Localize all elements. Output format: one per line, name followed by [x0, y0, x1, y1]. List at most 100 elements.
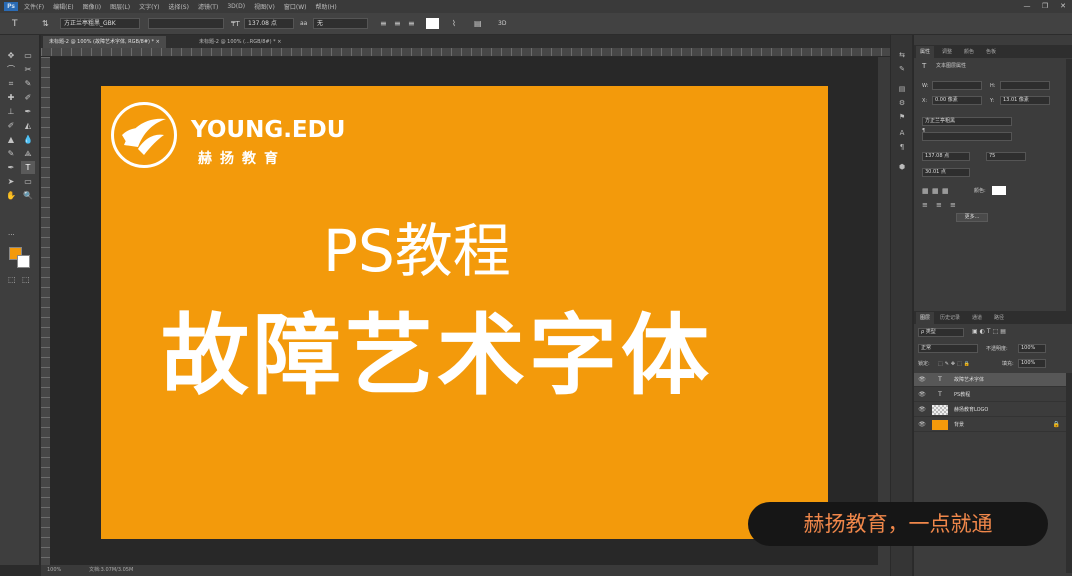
layer-row[interactable]: 👁 T 故障艺术字体 — [914, 373, 1066, 387]
anti-alias-select[interactable]: 无 — [313, 18, 368, 29]
tab-paths[interactable]: 路径 — [990, 312, 1008, 324]
paragraph-icon[interactable]: ¶ — [895, 141, 909, 153]
magic-wand-tool-icon[interactable]: ✂ — [21, 63, 35, 76]
font-size-select[interactable]: 137.08 点 — [244, 18, 294, 29]
font-size-field[interactable]: 137.08 点 — [922, 152, 970, 161]
tab-adjustments[interactable]: 调整 — [938, 46, 956, 58]
photoshop-logo-icon[interactable]: Ps — [4, 2, 18, 11]
align-center-icon[interactable]: ≡ — [394, 18, 401, 30]
tab-channels[interactable]: 通道 — [968, 312, 986, 324]
minimize-icon[interactable]: — — [1018, 0, 1036, 13]
layer-row[interactable]: 👁 T PS教程 — [914, 388, 1066, 402]
eraser-tool-icon[interactable]: ✐ — [4, 119, 18, 132]
clone-stamp-tool-icon[interactable]: ⊥ — [4, 105, 18, 118]
layer-name[interactable]: PS教程 — [954, 390, 970, 400]
align-right-icon[interactable]: ≡ — [950, 201, 956, 209]
opacity-field[interactable]: 100% — [1018, 344, 1046, 353]
blur-tool-icon[interactable]: ▲ — [4, 133, 18, 146]
zoom-tool-icon[interactable]: 🔍 — [21, 189, 35, 202]
screen-mode-icon[interactable]: ⬚ — [22, 275, 30, 284]
layer-filter-icons[interactable]: ▣◐T⬚▤ — [972, 328, 1008, 336]
tab-document-1[interactable]: 未标题-2 @ 100% (故障艺术字体, RGB/8#) * × — [43, 36, 166, 48]
marquee-tool-icon[interactable]: ▭ — [21, 49, 35, 62]
layer-row[interactable]: 👁 赫扬教育LOGO — [914, 403, 1066, 417]
history-icon[interactable]: ⇆ — [895, 49, 909, 61]
layer-name[interactable]: 故障艺术字体 — [954, 375, 984, 385]
more-options-button[interactable]: 更多... — [956, 213, 988, 222]
layers-comp-icon[interactable]: ▤ — [895, 83, 909, 95]
menu-item-2[interactable]: 图像(I) — [83, 2, 101, 11]
visibility-eye-icon[interactable]: 👁 — [918, 390, 926, 400]
eyedropper-tool-icon[interactable]: ✎ — [21, 77, 35, 90]
brush-tool-icon[interactable]: ✐ — [21, 91, 35, 104]
gradient-tool-icon[interactable]: ◭ — [21, 119, 35, 132]
layers-scrollbar[interactable] — [1066, 373, 1072, 573]
close-icon[interactable]: ✕ — [1054, 0, 1072, 13]
path-tool-icon[interactable]: ⟁ — [21, 147, 35, 160]
underline-icon[interactable]: ▦ — [942, 187, 949, 195]
history-brush-tool-icon[interactable]: ✒ — [21, 105, 35, 118]
menu-item-6[interactable]: 滤镜(T) — [198, 2, 218, 11]
character-icon[interactable]: A — [895, 127, 909, 139]
3d-object-icon[interactable]: ⬢ — [895, 161, 909, 173]
layer-name[interactable]: 赫扬教育LOGO — [954, 405, 988, 415]
text-layer-ps-tutorial[interactable]: PS教程 — [323, 214, 511, 288]
text-color-swatch[interactable] — [426, 18, 439, 29]
brush-icon[interactable]: ✎ — [895, 63, 909, 75]
dodge-tool-icon[interactable]: 💧 — [21, 133, 35, 146]
text-layer-glitch-art-font[interactable]: 故障艺术字体 — [161, 304, 713, 408]
flag-icon[interactable]: ⚑ — [895, 111, 909, 123]
character-panel-icon[interactable]: ▤ — [474, 18, 482, 30]
leading-field[interactable]: 75 — [986, 152, 1026, 161]
menu-item-0[interactable]: 文件(F) — [24, 2, 44, 11]
restore-icon[interactable]: ❐ — [1036, 0, 1054, 13]
menu-item-1[interactable]: 编辑(E) — [53, 2, 73, 11]
layer-name[interactable]: 背景 — [954, 420, 964, 430]
menu-item-8[interactable]: 视图(V) — [254, 2, 275, 11]
tab-color[interactable]: 颜色 — [960, 46, 978, 58]
text-color-swatch[interactable] — [992, 186, 1006, 195]
document-canvas[interactable]: YOUNG.EDU 赫扬教育 PS教程 故障艺术字体 — [101, 86, 828, 539]
hand-tool-icon[interactable]: ✋ — [4, 189, 18, 202]
path-selection-tool-icon[interactable]: ➤ — [4, 175, 18, 188]
warp-text-icon[interactable]: ⌇ — [452, 18, 456, 30]
x-field[interactable]: 0.00 像素 — [932, 96, 982, 105]
layer-row[interactable]: 👁 背景 🔒 — [914, 418, 1066, 432]
text-tool-icon[interactable]: T — [12, 18, 18, 30]
italic-icon[interactable]: ▦ — [932, 187, 939, 195]
font-family-select[interactable]: 方正兰亭粗黑_GBK — [60, 18, 140, 29]
tab-history[interactable]: 历史记录 — [936, 312, 964, 324]
zoom-level[interactable]: 100% — [47, 565, 61, 576]
move-tool-icon[interactable]: ✥ — [4, 49, 18, 62]
menu-item-9[interactable]: 窗口(W) — [284, 2, 307, 11]
background-color-swatch[interactable] — [17, 255, 30, 268]
y-field[interactable]: 13.01 像素 — [1000, 96, 1050, 105]
tab-swatches[interactable]: 色板 — [982, 46, 1000, 58]
layer-filter-select[interactable]: ρ 类型 — [918, 328, 964, 337]
visibility-eye-icon[interactable]: 👁 — [918, 375, 926, 385]
pen-alt-tool-icon[interactable]: ✎ — [4, 147, 18, 160]
crop-tool-icon[interactable]: ⌗ — [4, 77, 18, 90]
properties-scrollbar[interactable] — [1066, 59, 1072, 319]
w-field[interactable] — [932, 81, 982, 90]
shape-tool-icon[interactable]: ▭ — [21, 175, 35, 188]
h-field[interactable] — [1000, 81, 1050, 90]
horizontal-ruler[interactable] — [41, 48, 890, 57]
font-style-select[interactable] — [148, 18, 224, 29]
menu-item-7[interactable]: 3D(D) — [227, 3, 245, 10]
lasso-tool-icon[interactable]: ⌒ — [4, 63, 18, 76]
align-center-icon[interactable]: ≡ — [936, 201, 942, 209]
menu-item-3[interactable]: 图层(L) — [110, 2, 130, 11]
align-right-icon[interactable]: ≡ — [408, 18, 415, 30]
font-family-select[interactable]: 方正兰亭粗黑 — [922, 117, 1012, 126]
align-left-icon[interactable]: ≡ — [380, 18, 387, 30]
visibility-eye-icon[interactable]: 👁 — [918, 420, 926, 430]
more-tools-icon[interactable]: ··· — [8, 231, 15, 239]
document-info[interactable]: 文档:3.07M/3.05M — [89, 565, 133, 576]
tracking-field[interactable]: 30.01 点 — [922, 168, 970, 177]
tab-document-2[interactable]: 未标题-2 @ 100% (...RGB/8#) * × — [193, 36, 287, 48]
menu-item-10[interactable]: 帮助(H) — [316, 2, 337, 11]
quick-mask-icon[interactable]: ⬚ — [8, 275, 16, 284]
menu-item-5[interactable]: 选择(S) — [168, 2, 189, 11]
fill-field[interactable]: 100% — [1018, 359, 1046, 368]
